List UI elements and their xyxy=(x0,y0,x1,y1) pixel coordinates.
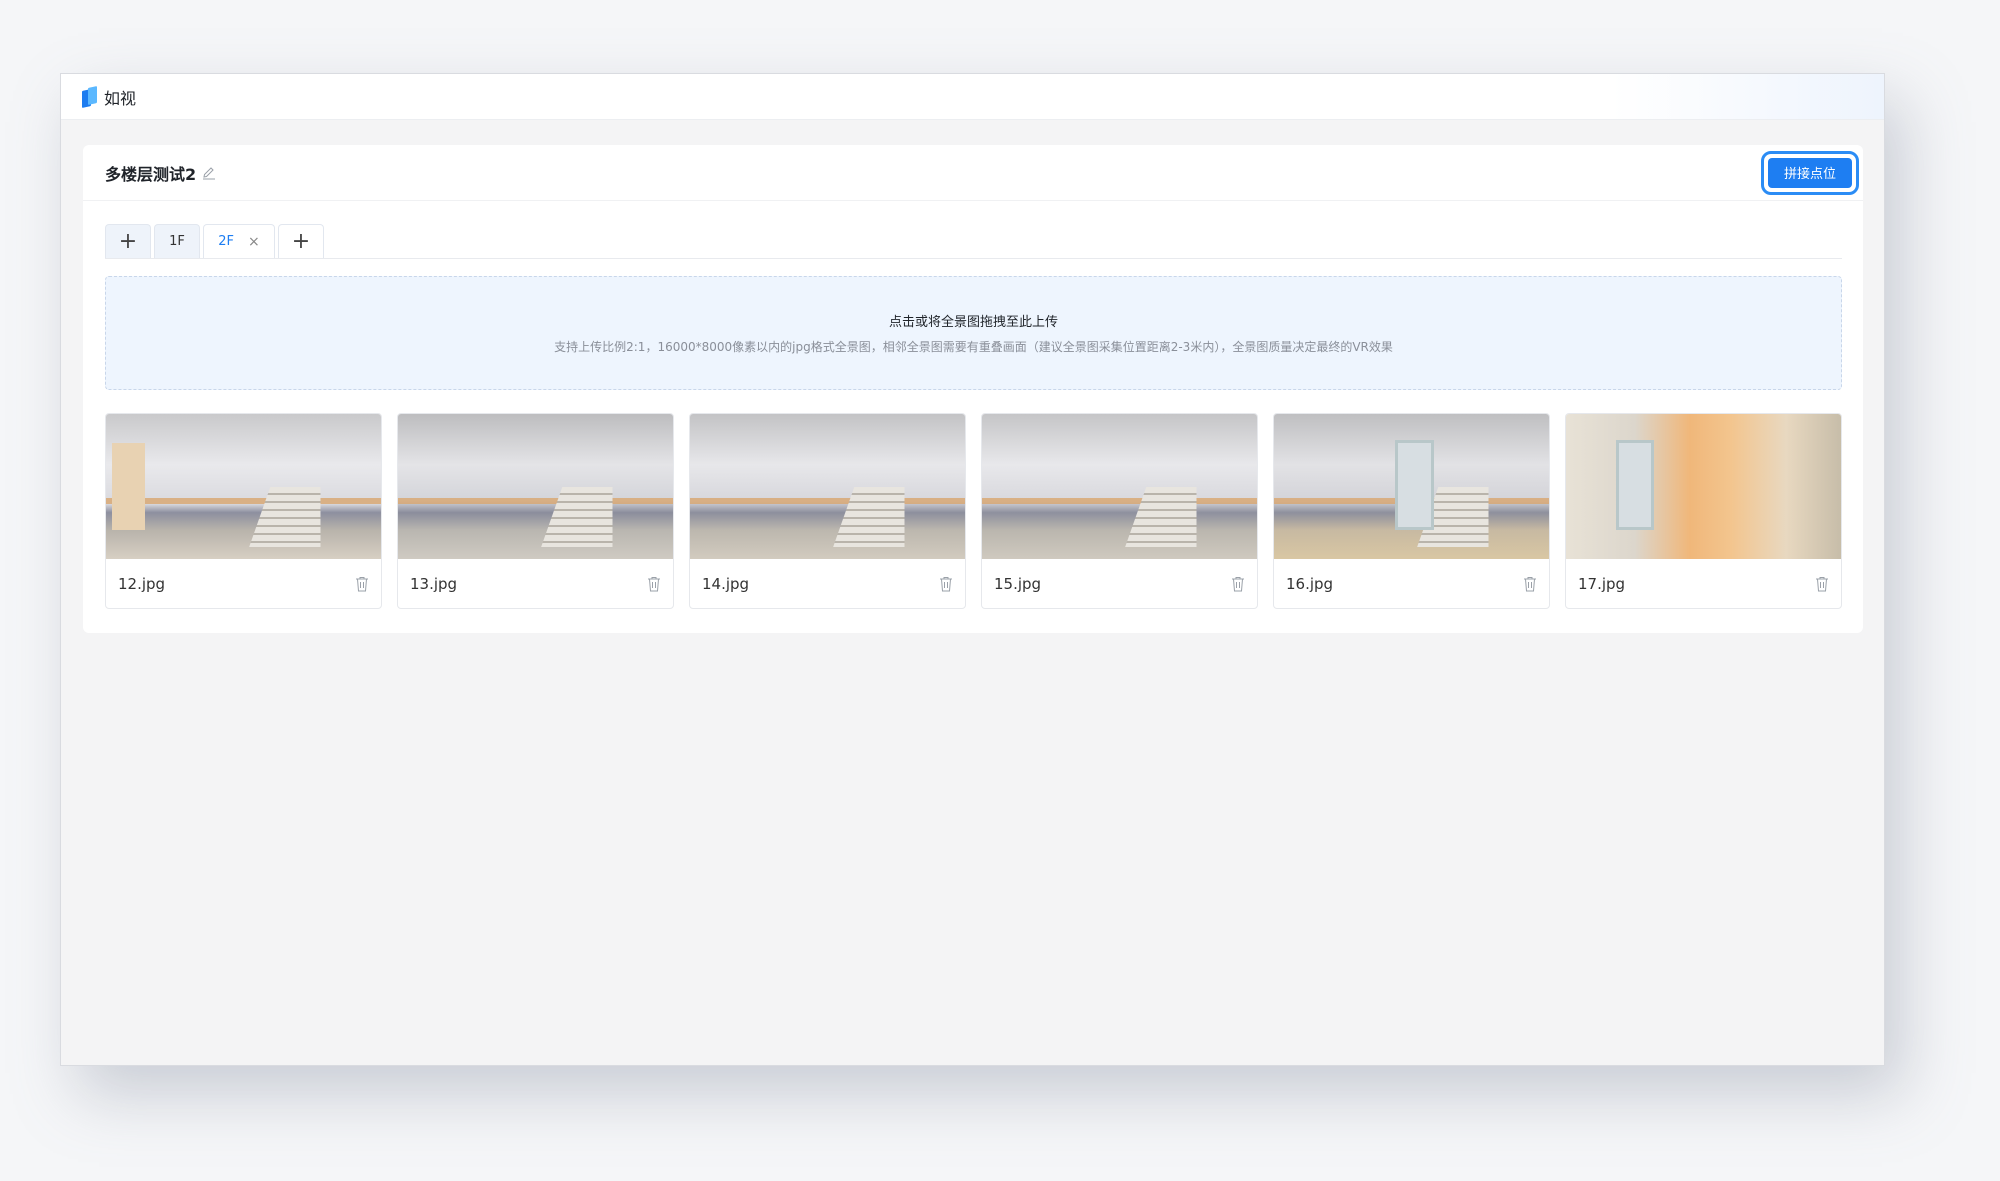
edit-icon[interactable] xyxy=(202,166,216,180)
photo-footer: 12.jpg xyxy=(106,559,381,608)
photo-footer: 16.jpg xyxy=(1274,559,1549,608)
tab-label: 2F xyxy=(218,234,234,249)
photo-footer: 17.jpg xyxy=(1566,559,1841,608)
project-card: 多楼层测试2 拼接点位 + 1F 2F × + 点击或将全景图拖拽至此上传 支持… xyxy=(83,145,1863,633)
photo-footer: 15.jpg xyxy=(982,559,1257,608)
add-floor-tab-left[interactable]: + xyxy=(105,224,151,258)
app-name: 如视 xyxy=(104,88,137,108)
panorama-thumbnail[interactable] xyxy=(982,414,1257,559)
panorama-thumbnail[interactable] xyxy=(106,414,381,559)
stitch-points-button[interactable]: 拼接点位 xyxy=(1768,157,1852,188)
trash-icon[interactable] xyxy=(355,576,369,592)
upload-hint: 支持上传比例2:1，16000*8000像素以内的jpg格式全景图，相邻全景图需… xyxy=(554,340,1393,354)
photo-filename: 16.jpg xyxy=(1286,574,1334,593)
photo-filename: 12.jpg xyxy=(118,574,166,593)
photo-footer: 14.jpg xyxy=(690,559,965,608)
photo-card[interactable]: 12.jpg xyxy=(105,413,382,609)
stitch-button-focus-ring: 拼接点位 xyxy=(1761,150,1859,195)
photo-card[interactable]: 16.jpg xyxy=(1273,413,1550,609)
project-title-wrap: 多楼层测试2 xyxy=(105,161,216,185)
app-logo-icon xyxy=(82,85,98,108)
trash-icon[interactable] xyxy=(1231,576,1245,592)
plus-icon: + xyxy=(291,229,311,254)
panorama-thumbnail[interactable] xyxy=(398,414,673,559)
photo-card[interactable]: 15.jpg xyxy=(981,413,1258,609)
app-window: 如视 多楼层测试2 拼接点位 + 1F 2F × + 点击或将全景图拖拽至此上传… xyxy=(60,73,1885,1066)
photo-filename: 17.jpg xyxy=(1578,574,1626,593)
tab-floor-2f[interactable]: 2F × xyxy=(203,224,275,258)
plus-icon: + xyxy=(118,229,138,254)
add-floor-tab-right[interactable]: + xyxy=(278,224,324,258)
panorama-thumbnail[interactable] xyxy=(1566,414,1841,559)
trash-icon[interactable] xyxy=(1523,576,1537,592)
photo-footer: 13.jpg xyxy=(398,559,673,608)
photo-filename: 14.jpg xyxy=(702,574,750,593)
tab-floor-1f[interactable]: 1F xyxy=(154,224,200,258)
photo-filename: 13.jpg xyxy=(410,574,458,593)
title-bar: 如视 xyxy=(61,74,1884,120)
photo-card[interactable]: 14.jpg xyxy=(689,413,966,609)
tab-label: 1F xyxy=(169,234,185,249)
trash-icon[interactable] xyxy=(647,576,661,592)
project-title: 多楼层测试2 xyxy=(105,164,197,184)
card-header: 多楼层测试2 拼接点位 xyxy=(83,145,1863,201)
photo-card[interactable]: 13.jpg xyxy=(397,413,674,609)
panorama-thumbnail[interactable] xyxy=(690,414,965,559)
trash-icon[interactable] xyxy=(939,576,953,592)
trash-icon[interactable] xyxy=(1815,576,1829,592)
panorama-thumbnail[interactable] xyxy=(1274,414,1549,559)
close-icon[interactable]: × xyxy=(248,234,260,250)
upload-title: 点击或将全景图拖拽至此上传 xyxy=(888,315,1058,330)
photo-grid: 12.jpg 13.jpg 14.jpg 15.jpg 16.jpg 17.jp… xyxy=(105,413,1842,609)
photo-filename: 15.jpg xyxy=(994,574,1042,593)
floor-tabs: + 1F 2F × + xyxy=(105,224,1842,259)
photo-card[interactable]: 17.jpg xyxy=(1565,413,1842,609)
upload-dropzone[interactable]: 点击或将全景图拖拽至此上传 支持上传比例2:1，16000*8000像素以内的j… xyxy=(105,276,1842,390)
